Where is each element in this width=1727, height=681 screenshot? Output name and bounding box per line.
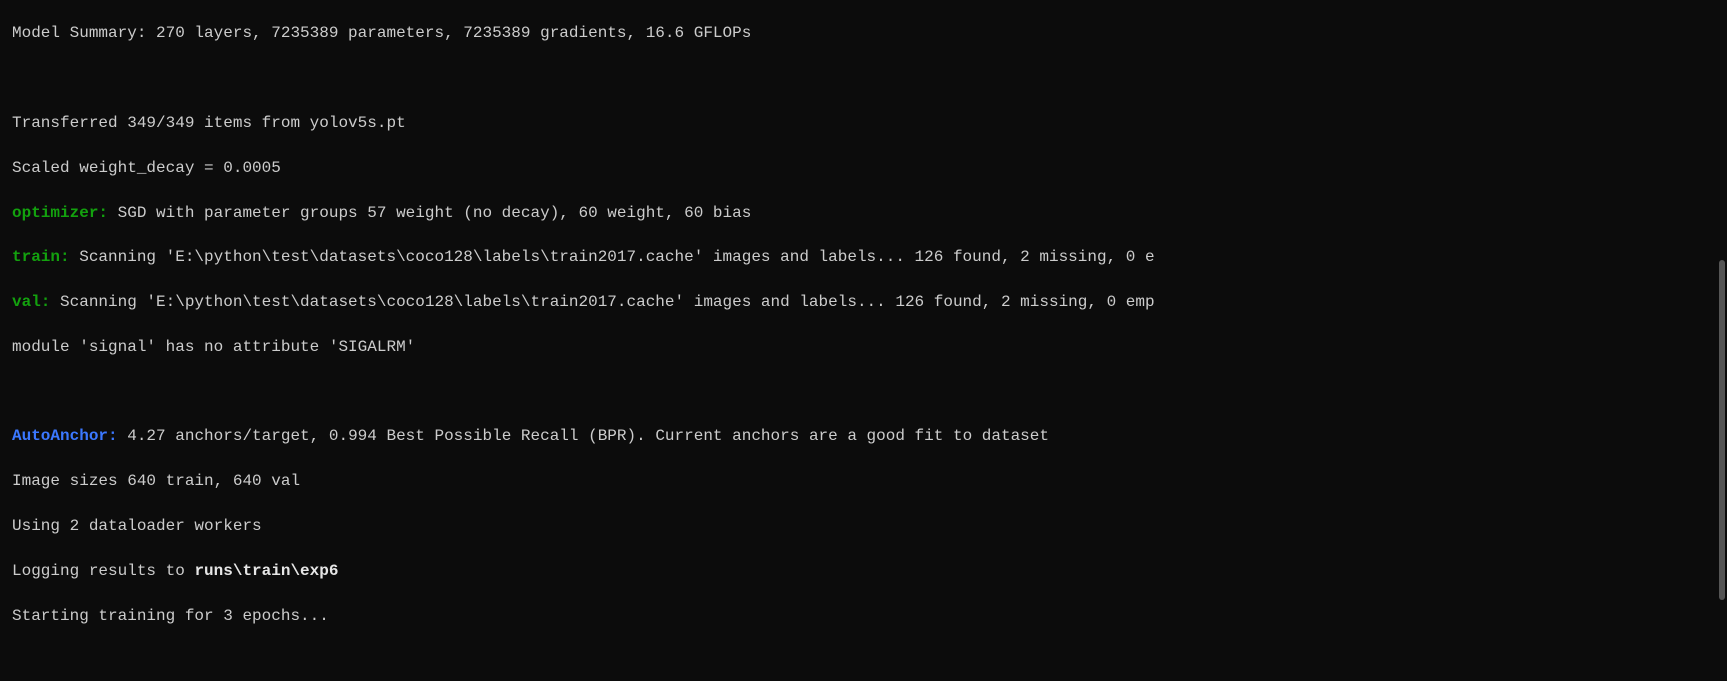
train-scan-line: train: Scanning 'E:\python\test\datasets… [12, 246, 1715, 268]
optimizer-text: SGD with parameter groups 57 weight (no … [108, 204, 751, 222]
autoanchor-keyword: AutoAnchor: [12, 427, 118, 445]
autoanchor-line: AutoAnchor: 4.27 anchors/target, 0.994 B… [12, 425, 1715, 447]
logging-prefix: Logging results to [12, 562, 194, 580]
optimizer-line: optimizer: SGD with parameter groups 57 … [12, 202, 1715, 224]
starting-line: Starting training for 3 epochs... [12, 605, 1715, 627]
val-keyword: val: [12, 293, 50, 311]
optimizer-keyword: optimizer: [12, 204, 108, 222]
image-sizes-line: Image sizes 640 train, 640 val [12, 470, 1715, 492]
autoanchor-text: 4.27 anchors/target, 0.994 Best Possible… [118, 427, 1049, 445]
terminal-output: Model Summary: 270 layers, 7235389 param… [0, 0, 1727, 681]
train-text: Scanning 'E:\python\test\datasets\coco12… [70, 248, 1155, 266]
workers-line: Using 2 dataloader workers [12, 515, 1715, 537]
blank [12, 649, 1715, 671]
transferred-line: Transferred 349/349 items from yolov5s.p… [12, 112, 1715, 134]
train-keyword: train: [12, 248, 70, 266]
val-text: Scanning 'E:\python\test\datasets\coco12… [50, 293, 1154, 311]
logging-path: runs\train\exp6 [194, 562, 338, 580]
sigalrm-line: module 'signal' has no attribute 'SIGALR… [12, 336, 1715, 358]
model-summary-line: Model Summary: 270 layers, 7235389 param… [12, 22, 1715, 44]
logging-line: Logging results to runs\train\exp6 [12, 560, 1715, 582]
blank [12, 67, 1715, 89]
val-scan-line: val: Scanning 'E:\python\test\datasets\c… [12, 291, 1715, 313]
blank [12, 381, 1715, 403]
scaled-wd-line: Scaled weight_decay = 0.0005 [12, 157, 1715, 179]
scrollbar[interactable] [1719, 260, 1725, 600]
